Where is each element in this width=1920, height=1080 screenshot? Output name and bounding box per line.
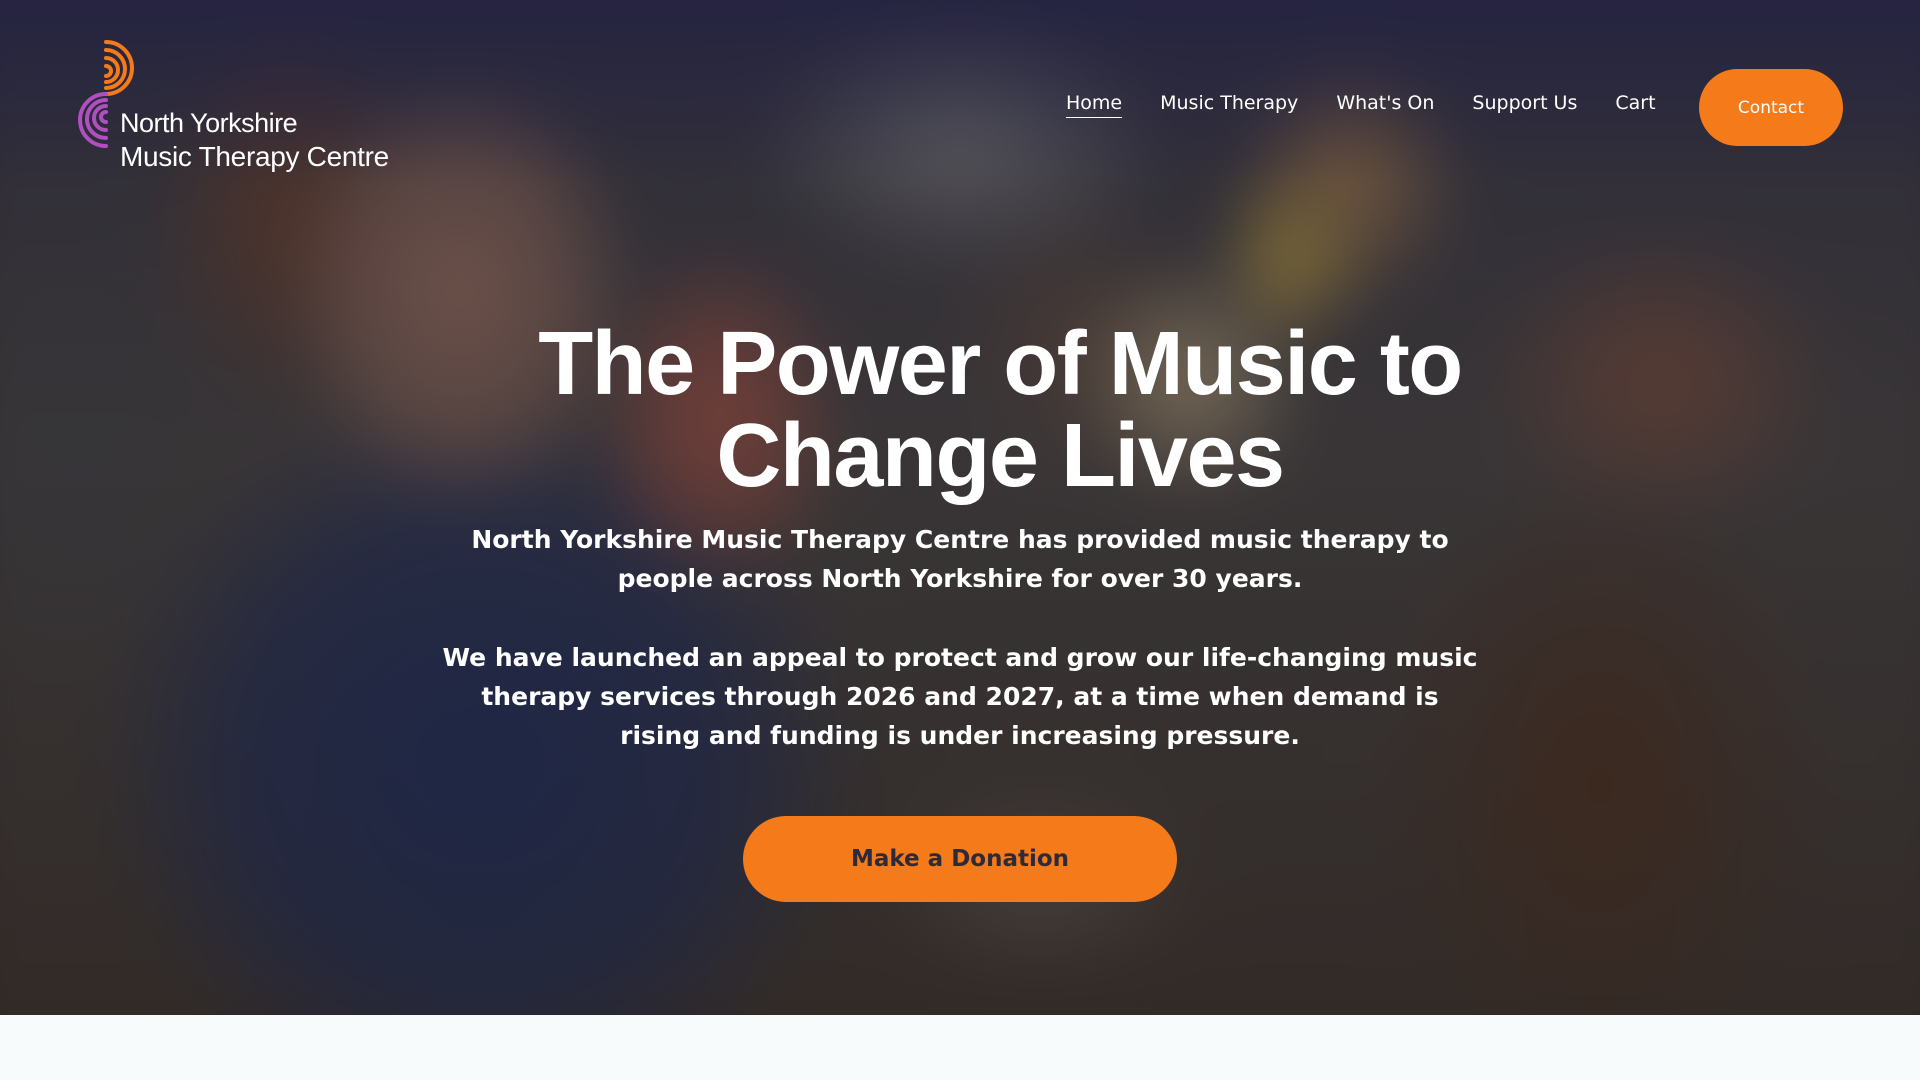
nav-item-whats-on[interactable]: What's On <box>1336 92 1434 118</box>
hero-title-line1: The Power of Music to <box>538 314 1463 414</box>
hero-title: The Power of Music to Change Lives <box>460 318 1540 502</box>
hero-title-line2: Change Lives <box>716 406 1285 506</box>
nav-item-music-therapy[interactable]: Music Therapy <box>1160 92 1298 118</box>
contact-button[interactable]: Contact <box>1699 69 1843 146</box>
hero-intro-text: North Yorkshire Music Therapy Centre has… <box>471 525 1449 593</box>
make-donation-button[interactable]: Make a Donation <box>743 816 1177 902</box>
nav-item-cart[interactable]: Cart <box>1615 92 1655 118</box>
next-section <box>0 1015 1920 1080</box>
hero-appeal-text: We have launched an appeal to protect an… <box>442 643 1478 750</box>
site-logo[interactable]: North Yorkshire Music Therapy Centre <box>76 36 436 176</box>
hero-section: North Yorkshire Music Therapy Centre Hom… <box>0 0 1920 1015</box>
nav-item-support-us[interactable]: Support Us <box>1472 92 1577 118</box>
logo-text-line2: Music Therapy Centre <box>120 141 389 172</box>
logo-text-line1: North Yorkshire <box>120 108 298 138</box>
nav-item-home[interactable]: Home <box>1066 92 1123 118</box>
main-nav: Home Music Therapy What's On Support Us … <box>1066 92 1656 118</box>
